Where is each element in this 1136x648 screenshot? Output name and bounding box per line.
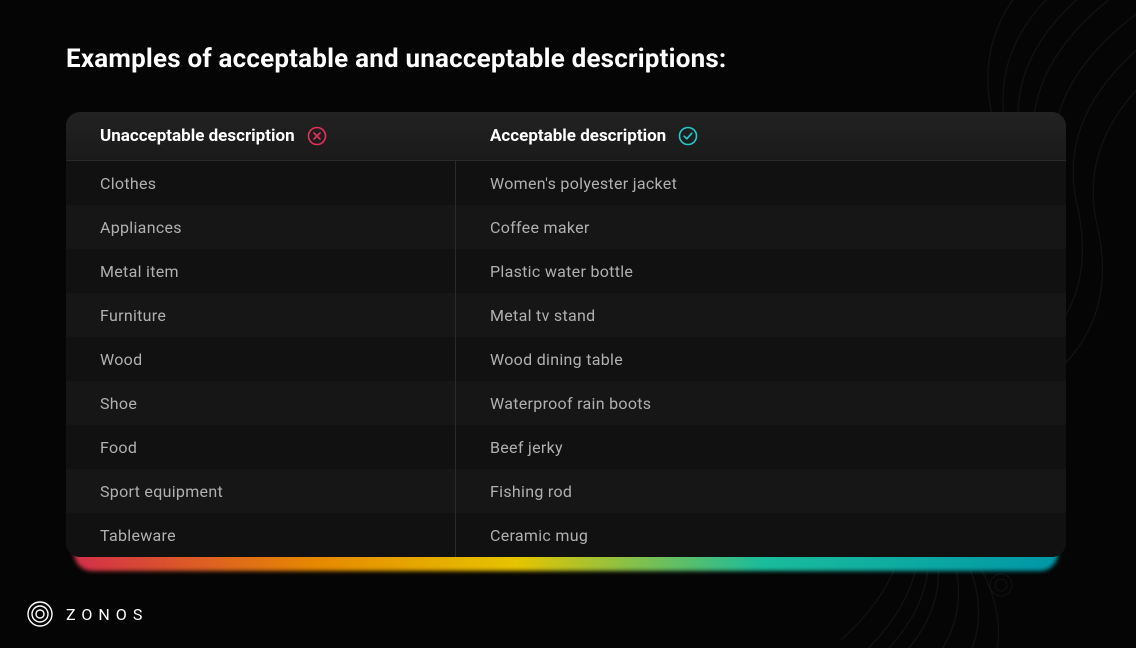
cell-acceptable: Ceramic mug (456, 513, 1066, 557)
cell-acceptable: Waterproof rain boots (456, 381, 1066, 425)
brand-name: ZONOS (66, 605, 148, 624)
accept-icon (678, 126, 698, 146)
cell-unacceptable: Sport equipment (66, 469, 456, 513)
header-cell-acceptable: Acceptable description (456, 126, 1066, 146)
reject-icon (307, 126, 327, 146)
table-row: TablewareCeramic mug (66, 513, 1066, 557)
page-title: Examples of acceptable and unacceptable … (66, 44, 726, 74)
description-table-card: Unacceptable description Acceptable desc… (66, 112, 1066, 557)
table-row: Metal itemPlastic water bottle (66, 249, 1066, 293)
cell-unacceptable: Clothes (66, 161, 456, 205)
cell-unacceptable: Furniture (66, 293, 456, 337)
table-row: FurnitureMetal tv stand (66, 293, 1066, 337)
card-wrapper: Unacceptable description Acceptable desc… (66, 112, 1066, 557)
cell-unacceptable: Shoe (66, 381, 456, 425)
brand-logo: ZONOS (26, 600, 148, 628)
cell-unacceptable: Metal item (66, 249, 456, 293)
cell-unacceptable: Appliances (66, 205, 456, 249)
cell-acceptable: Fishing rod (456, 469, 1066, 513)
table-row: AppliancesCoffee maker (66, 205, 1066, 249)
table-row: Sport equipmentFishing rod (66, 469, 1066, 513)
zonos-logo-icon (26, 600, 54, 628)
cell-unacceptable: Tableware (66, 513, 456, 557)
header-cell-unacceptable: Unacceptable description (66, 126, 456, 146)
header-label-unacceptable: Unacceptable description (100, 126, 295, 146)
table-row: WoodWood dining table (66, 337, 1066, 381)
cell-unacceptable: Food (66, 425, 456, 469)
cell-acceptable: Women's polyester jacket (456, 161, 1066, 205)
table-row: ShoeWaterproof rain boots (66, 381, 1066, 425)
cell-unacceptable: Wood (66, 337, 456, 381)
cell-acceptable: Metal tv stand (456, 293, 1066, 337)
header-label-acceptable: Acceptable description (490, 126, 666, 146)
table-row: ClothesWomen's polyester jacket (66, 161, 1066, 205)
cell-acceptable: Plastic water bottle (456, 249, 1066, 293)
cell-acceptable: Beef jerky (456, 425, 1066, 469)
table-body: ClothesWomen's polyester jacketAppliance… (66, 161, 1066, 557)
cell-acceptable: Wood dining table (456, 337, 1066, 381)
table-row: FoodBeef jerky (66, 425, 1066, 469)
cell-acceptable: Coffee maker (456, 205, 1066, 249)
table-header-row: Unacceptable description Acceptable desc… (66, 112, 1066, 161)
